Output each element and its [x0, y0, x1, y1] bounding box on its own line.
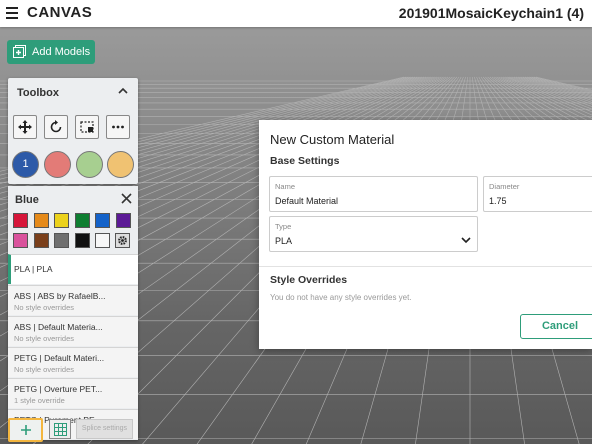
hamburger-menu-icon[interactable] [6, 7, 18, 19]
add-material-button[interactable] [8, 418, 43, 442]
type-value: PLA [275, 236, 293, 246]
color-swatch[interactable] [33, 233, 49, 248]
select-tool-button[interactable] [75, 115, 99, 139]
divider [259, 266, 592, 267]
chevron-up-icon[interactable] [117, 85, 129, 97]
name-value: Default Material [275, 196, 339, 206]
app-title: CANVAS [27, 4, 93, 21]
color-swatch[interactable] [33, 213, 49, 228]
color-swatch[interactable] [95, 233, 110, 248]
base-settings-heading: Base Settings [270, 155, 340, 167]
add-model-icon [13, 45, 26, 58]
type-select[interactable]: Type PLA [269, 216, 478, 252]
material-name: PLA | PLA [14, 264, 53, 274]
material-name: PETG | Default Materi... [14, 353, 105, 363]
select-icon [80, 121, 94, 133]
rotate-tool-button[interactable] [44, 115, 68, 139]
color-panel-title: Blue [15, 194, 39, 206]
color-panel: Blue PLA | PLA ABS | ABS by RafaelB... No … [8, 186, 138, 440]
move-tool-button[interactable] [13, 115, 37, 139]
move-icon [18, 120, 32, 134]
grid-icon [54, 423, 67, 436]
material-list-item[interactable]: PETG | Default Materi... No style overrid… [8, 347, 138, 377]
material-matrix-button[interactable] [49, 419, 71, 439]
name-field[interactable]: Name Default Material [269, 176, 478, 212]
splice-settings-button[interactable]: Splice settings [76, 419, 133, 439]
gear-icon [118, 236, 127, 245]
project-title: 201901MosaicKeychain1 (4) [398, 5, 584, 21]
cancel-button[interactable]: Cancel [520, 314, 592, 339]
material-list-item[interactable]: PETG | Overture PET... 1 style override [8, 378, 138, 408]
toolbox-title: Toolbox [17, 87, 59, 99]
diameter-value: 1.75 [489, 196, 507, 206]
extruder-3[interactable] [76, 151, 103, 178]
diameter-label: Diameter [489, 182, 520, 191]
material-style-note: No style overrides [14, 334, 75, 343]
diameter-field[interactable]: Diameter 1.75 [483, 176, 592, 212]
material-name: PETG | Overture PET... [14, 384, 103, 394]
extruder-1[interactable]: 1 [12, 151, 39, 178]
material-style-note: 1 style override [14, 396, 65, 405]
extruder-2[interactable] [44, 151, 71, 178]
material-list-item[interactable]: ABS | Default Materia... No style overrid… [8, 316, 138, 346]
color-swatch[interactable] [115, 213, 131, 228]
chevron-down-icon [461, 237, 471, 244]
material-list-item[interactable]: ABS | ABS by RafaelB... No style override… [8, 285, 138, 315]
color-swatch[interactable] [54, 233, 69, 248]
material-list-item[interactable]: PLA | PLA [8, 254, 138, 284]
color-swatch[interactable] [74, 213, 90, 228]
material-style-note: No style overrides [14, 303, 75, 312]
more-icon [112, 125, 124, 129]
add-models-button[interactable]: Add Models [7, 40, 95, 64]
more-tools-button[interactable] [106, 115, 130, 139]
color-swatch[interactable] [13, 213, 28, 228]
no-style-overrides-text: You do not have any style overrides yet. [270, 293, 412, 302]
color-swatch[interactable] [13, 233, 28, 248]
toolbox-panel: Toolbox 1 [8, 78, 138, 184]
new-custom-material-dialog: New Custom Material Base Settings Name D… [259, 120, 592, 349]
rotate-icon [50, 120, 62, 133]
name-label: Name [275, 182, 296, 191]
color-swatch[interactable] [74, 233, 90, 248]
type-label: Type [275, 222, 292, 231]
color-settings-button[interactable] [115, 233, 130, 248]
plus-icon [21, 425, 31, 435]
dialog-title: New Custom Material [270, 132, 395, 147]
add-models-label: Add Models [32, 46, 91, 58]
top-bar: CANVAS 201901MosaicKeychain1 (4) [0, 0, 592, 27]
color-swatch[interactable] [54, 213, 69, 228]
extruder-4[interactable] [107, 151, 134, 178]
material-name: ABS | ABS by RafaelB... [14, 291, 106, 301]
material-style-note: No style overrides [14, 365, 75, 374]
color-swatch[interactable] [95, 213, 110, 228]
close-icon[interactable] [121, 193, 132, 204]
style-overrides-heading: Style Overrides [270, 274, 348, 286]
color-panel-footer: Splice settings [0, 414, 140, 442]
material-name: ABS | Default Materia... [14, 322, 103, 332]
